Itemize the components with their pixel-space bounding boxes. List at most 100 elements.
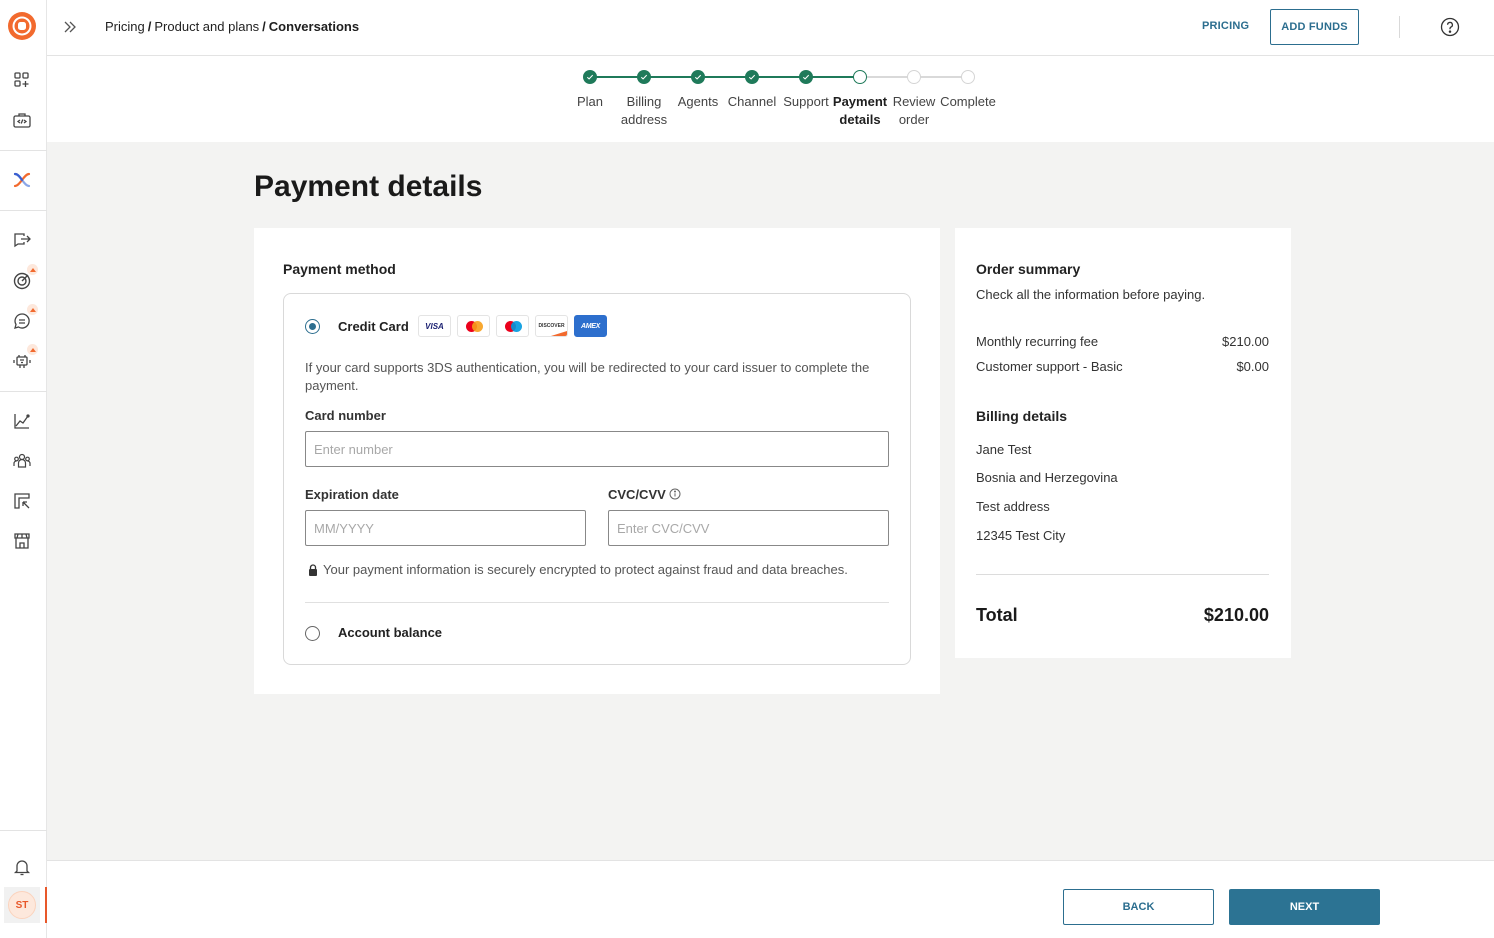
upgrade-badge-icon: [27, 344, 38, 355]
store-icon[interactable]: [11, 530, 33, 552]
check-icon: [586, 74, 594, 80]
step-connector: [752, 76, 806, 78]
info-icon[interactable]: [669, 488, 681, 500]
upgrade-badge-icon: [27, 264, 38, 275]
payment-method-card: Payment method Credit Card VISA DISCOVER…: [254, 228, 940, 694]
sidebar-divider: [0, 150, 47, 151]
step-label: Support: [783, 94, 829, 109]
breadcrumb-pricing[interactable]: Pricing: [105, 19, 145, 34]
breadcrumb-separator: /: [147, 19, 152, 34]
amex-icon: AMEX: [574, 315, 607, 337]
method-divider: [305, 602, 889, 603]
brand-logo-icon[interactable]: [7, 11, 37, 41]
summary-line-item: Customer support - Basic $0.00: [976, 359, 1269, 374]
sidebar-divider: [0, 830, 47, 831]
people-icon[interactable]: [11, 450, 33, 472]
next-button[interactable]: NEXT: [1229, 889, 1380, 925]
user-avatar-button[interactable]: ST: [4, 887, 40, 923]
check-icon: [640, 74, 648, 80]
bot-icon[interactable]: [11, 344, 38, 372]
line-item-label: Customer support - Basic: [976, 359, 1123, 374]
secure-note-text: Your payment information is securely enc…: [323, 562, 848, 577]
checkout-stepper: Plan Billing address Agents Channel Support P…: [47, 57, 1494, 142]
mastercard-icon: [457, 315, 490, 337]
pricing-link[interactable]: PRICING: [1202, 20, 1249, 32]
back-button[interactable]: BACK: [1063, 889, 1214, 925]
step-connector: [644, 76, 698, 78]
total-amount: $210.00: [1203, 605, 1269, 625]
step-indicator[interactable]: [691, 70, 705, 84]
breadcrumb-product-and-plans[interactable]: Product and plans: [154, 19, 259, 34]
step-indicator: [853, 70, 867, 84]
main-content: Payment details Payment method Credit Ca…: [47, 142, 1494, 860]
secure-note: Your payment information is securely enc…: [308, 562, 848, 577]
expiration-date-input[interactable]: [305, 510, 586, 546]
cvc-input[interactable]: [608, 510, 889, 546]
chat-bubble-icon[interactable]: [11, 304, 38, 332]
step-label: Complete: [940, 94, 996, 109]
total-row: Total $210.00: [976, 605, 1269, 626]
step-indicator[interactable]: [745, 70, 759, 84]
billing-city: 12345 Test City: [976, 528, 1066, 543]
billing-name: Jane Test: [976, 442, 1032, 457]
upgrade-badge-icon: [27, 304, 38, 315]
discover-icon: DISCOVER: [535, 315, 568, 337]
3ds-info-text: If your card supports 3DS authentication…: [305, 360, 870, 393]
payment-method-title: Payment method: [283, 261, 396, 277]
step-label: Agents: [677, 94, 719, 109]
add-funds-button[interactable]: ADD FUNDS: [1270, 9, 1359, 45]
step-connector: [806, 76, 860, 78]
line-item-amount: $0.00: [1236, 359, 1269, 374]
billing-details-title: Billing details: [976, 408, 1068, 424]
avatar: ST: [8, 891, 36, 919]
step-connector: [914, 76, 968, 78]
frame-cursor-icon[interactable]: [11, 490, 33, 512]
lock-icon: [309, 563, 317, 576]
check-icon: [802, 74, 810, 80]
order-summary-title: Order summary: [976, 261, 1081, 277]
step-label: Review order: [892, 94, 936, 127]
card-number-label: Card number: [305, 408, 386, 423]
apps-add-icon[interactable]: [11, 69, 33, 91]
sidebar-divider: [0, 210, 47, 211]
export-chat-icon[interactable]: [11, 230, 33, 252]
maestro-icon: [496, 315, 529, 337]
check-icon: [694, 74, 702, 80]
cvc-label-text: CVC/CVV: [608, 487, 666, 502]
page-title: Payment details: [254, 170, 483, 203]
billing-address: Test address: [976, 499, 1050, 514]
brand-x-icon[interactable]: [11, 169, 33, 191]
analytics-chart-icon[interactable]: [11, 410, 33, 432]
account-balance-radio[interactable]: [305, 626, 320, 641]
summary-divider: [976, 574, 1269, 575]
step-indicator[interactable]: [799, 70, 813, 84]
card-brand-logos: VISA DISCOVER AMEX: [418, 315, 607, 337]
line-item-amount: $210.00: [1222, 334, 1269, 349]
step-label: Payment details: [832, 94, 888, 127]
top-header: Pricing / Product and plans / Conversations …: [47, 0, 1494, 56]
step-connector: [698, 76, 752, 78]
credit-card-radio[interactable]: [305, 319, 320, 334]
breadcrumb: Pricing / Product and plans / Conversations: [105, 19, 359, 34]
header-divider: [1399, 16, 1400, 38]
check-icon: [748, 74, 756, 80]
sidebar-divider: [0, 391, 47, 392]
code-toolbox-icon[interactable]: [11, 109, 33, 131]
step-indicator: [961, 70, 975, 84]
expand-sidebar-icon[interactable]: [61, 17, 79, 37]
step-indicator[interactable]: [583, 70, 597, 84]
credit-card-label[interactable]: Credit Card: [338, 319, 409, 334]
target-icon[interactable]: [11, 264, 38, 292]
cvc-label: CVC/CVV: [608, 487, 681, 502]
total-label: Total: [976, 605, 1018, 625]
bell-icon[interactable]: [11, 856, 33, 878]
step-indicator: [907, 70, 921, 84]
account-balance-label[interactable]: Account balance: [338, 625, 442, 640]
order-summary-subtitle: Check all the information before paying.: [976, 287, 1206, 302]
card-number-input[interactable]: [305, 431, 889, 467]
step-label: Billing address: [620, 94, 668, 127]
breadcrumb-current: Conversations: [268, 19, 360, 34]
visa-icon: VISA: [418, 315, 451, 337]
help-icon[interactable]: [1440, 17, 1460, 37]
step-indicator[interactable]: [637, 70, 651, 84]
